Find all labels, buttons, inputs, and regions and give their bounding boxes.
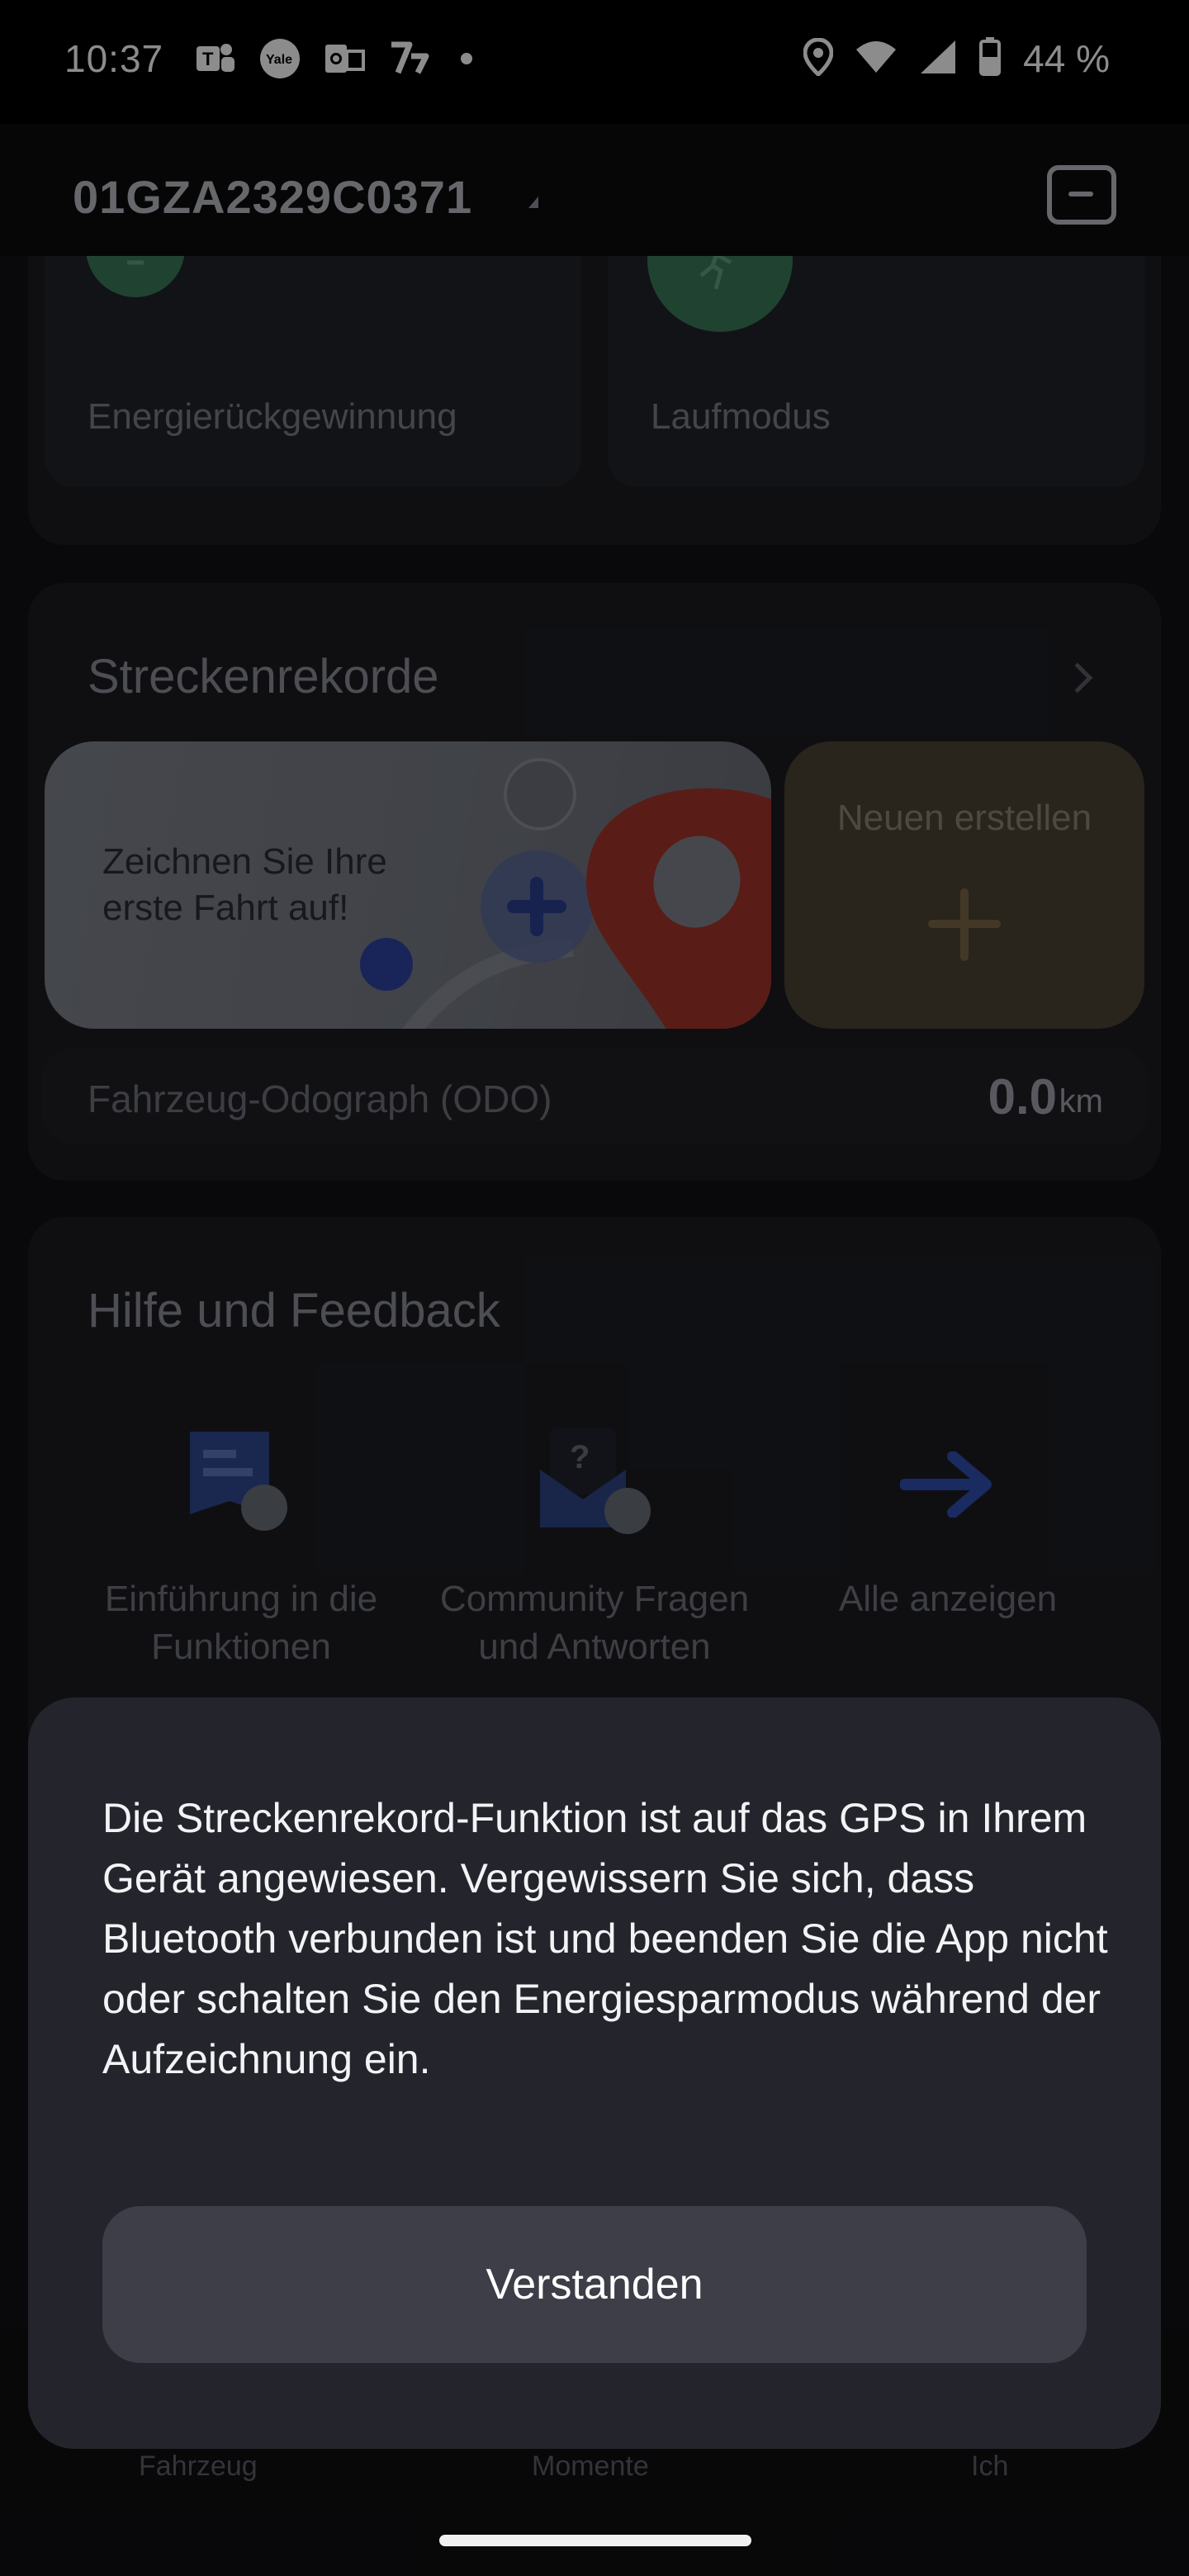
gps-info-dialog: Die Streckenrekord-Funktion ist auf das … [28, 1698, 1161, 2449]
vehicle-controls-card: Energierückgewinnung Laufmodus [28, 256, 1161, 545]
notification-dot [461, 53, 472, 64]
new-route-label: Neuen erstellen [836, 798, 1092, 838]
battery-icon [978, 36, 1002, 81]
help-item-label: Alle anzeigen [838, 1579, 1058, 1619]
tile-label-energy-recovery: Energierückgewinnung [88, 396, 457, 437]
nav-tab-me[interactable]: Ich [971, 2451, 1008, 2483]
dropdown-caret-icon[interactable] [528, 197, 538, 208]
dialog-message: Die Streckenrekord-Funktion ist auf das … [102, 1795, 1108, 2082]
help-title: Hilfe und Feedback [88, 1284, 500, 1338]
app-header: 01GZA2329C0371 [0, 124, 1189, 256]
signal-icon [919, 39, 957, 79]
location-icon [803, 36, 834, 80]
nav-tab-moments[interactable]: Momente [532, 2451, 649, 2483]
bolt-app-icon [388, 38, 429, 79]
app-screen: 10:37 T Yale 44 % 01GZA2329C0371 Energie… [0, 0, 1189, 2576]
message-icon[interactable] [1047, 165, 1116, 225]
route-start-dot [360, 938, 413, 991]
battery-percent: 44 % [1023, 37, 1110, 80]
routes-title[interactable]: Streckenrekorde [88, 649, 439, 704]
status-time: 10:37 [64, 37, 164, 80]
walking-icon [647, 256, 793, 332]
yale-icon: Yale [259, 38, 301, 79]
tile-energy-recovery[interactable]: Energierückgewinnung [45, 256, 581, 487]
confirm-button[interactable]: Verstanden [102, 2206, 1087, 2363]
document-chat-icon [187, 1428, 294, 1540]
svg-text:Yale: Yale [266, 53, 292, 67]
gesture-home-indicator[interactable] [439, 2535, 751, 2546]
odometer-row: Fahrzeug-Odograph (ODO) 0.0 km [41, 1047, 1148, 1144]
recycle-icon [86, 256, 185, 297]
record-first-ride-card[interactable]: Zeichnen Sie Ihre erste Fahrt auf! [45, 741, 771, 1029]
vehicle-selector[interactable]: 01GZA2329C0371 [73, 170, 472, 224]
tile-walk-mode[interactable]: Laufmodus [608, 256, 1144, 487]
help-item-label: Community Fragen und Antworten [439, 1579, 750, 1667]
teams-icon: T [195, 38, 236, 79]
tile-label-walk-mode: Laufmodus [651, 396, 831, 437]
odometer-label: Fahrzeug-Odograph (ODO) [88, 1077, 552, 1120]
question-mail-icon: ? [537, 1428, 652, 1540]
svg-text:T: T [202, 49, 214, 69]
nav-tab-vehicle[interactable]: Fahrzeug [139, 2451, 258, 2483]
record-prompt-text: Zeichnen Sie Ihre erste Fahrt auf! [102, 841, 387, 928]
route-bubble [504, 758, 576, 831]
arrow-right-icon [899, 1451, 996, 1522]
plus-icon-vertical [960, 888, 969, 961]
svg-text:?: ? [570, 1439, 590, 1475]
wifi-icon [855, 40, 898, 78]
odometer-unit: km [1059, 1083, 1103, 1120]
new-route-button[interactable]: Neuen erstellen [784, 741, 1144, 1029]
help-item-label: Einführung in die Funktionen [104, 1579, 378, 1667]
status-bar: 10:37 T Yale 44 % [0, 0, 1189, 124]
outlook-icon [324, 38, 365, 79]
status-notification-icons: T Yale [195, 38, 472, 79]
status-system-icons: 44 % [803, 36, 1110, 81]
odometer-value: 0.0 [988, 1069, 1057, 1125]
